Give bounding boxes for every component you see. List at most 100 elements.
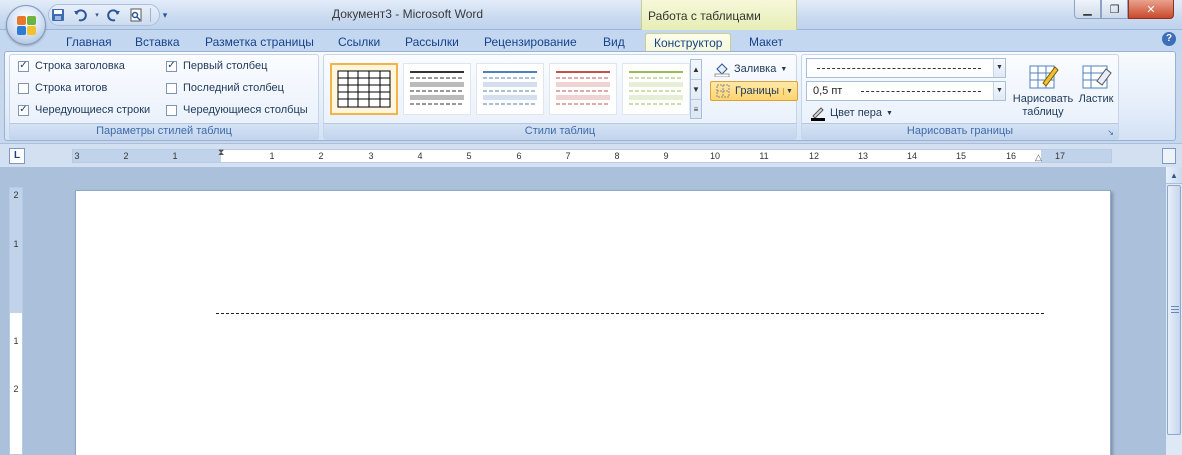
borders-icon bbox=[715, 83, 731, 99]
gallery-up-icon[interactable]: ▲ bbox=[691, 60, 701, 80]
quick-access-items: ▾ ▾ bbox=[50, 5, 173, 25]
table-style-options-group-label: Параметры стилей таблиц bbox=[10, 123, 318, 139]
first-column-label: Первый столбец bbox=[183, 60, 268, 72]
customize-qat-icon[interactable]: ▾ bbox=[157, 7, 173, 23]
last-column-checkbox[interactable]: Последний столбец bbox=[166, 82, 284, 94]
title-bar: ▾ ▾ Документ3 - Microsoft Word Работа с … bbox=[0, 0, 1182, 30]
vertical-scrollbar[interactable]: ▲ bbox=[1165, 167, 1182, 455]
dropdown-arrow-icon: ▼ bbox=[780, 65, 788, 73]
vertical-ruler[interactable]: 2 1 1 2 bbox=[9, 187, 23, 455]
draw-table-button[interactable]: Нарисовать таблицу bbox=[1010, 59, 1076, 119]
qat-separator bbox=[150, 8, 151, 22]
table-green-style-icon bbox=[629, 71, 683, 105]
checkbox-unchecked-icon bbox=[18, 82, 29, 94]
ruler-label: 10 bbox=[709, 151, 720, 161]
horizontal-ruler[interactable]: 3 2 1 1 2 3 4 5 6 7 8 9 10 11 12 13 14 1… bbox=[72, 147, 1112, 163]
tab-selector[interactable]: L bbox=[9, 148, 25, 164]
tab-review[interactable]: Рецензирование bbox=[484, 33, 577, 52]
borders-label: Границы bbox=[735, 85, 779, 97]
ruler-label: 2 bbox=[123, 151, 129, 161]
pen-color-label: Цвет пера bbox=[830, 107, 883, 119]
pen-weight-value: 0,5 пт bbox=[813, 85, 843, 97]
tab-view[interactable]: Вид bbox=[603, 33, 625, 52]
checkbox-unchecked-icon bbox=[166, 104, 177, 116]
restore-button[interactable]: ❐ bbox=[1101, 0, 1128, 19]
close-button[interactable]: ✕ bbox=[1128, 0, 1174, 19]
undo-icon[interactable] bbox=[72, 7, 88, 23]
scroll-up-icon[interactable]: ▲ bbox=[1166, 167, 1182, 184]
total-row-checkbox[interactable]: Строка итогов bbox=[18, 82, 107, 94]
document-page[interactable] bbox=[75, 190, 1111, 455]
dropdown-arrow-icon: ▼ bbox=[993, 82, 1005, 100]
table-style-grid[interactable] bbox=[330, 63, 398, 115]
vruler-label: 1 bbox=[13, 239, 19, 249]
table-styles-group: ▲ ▼ ≡ Заливка ▼ Границы ▼ Стили таблиц bbox=[323, 54, 798, 140]
minimize-button[interactable]: ▁ bbox=[1074, 0, 1101, 19]
ruler-label: 14 bbox=[906, 151, 917, 161]
indent-marker-icon[interactable]: ⧗ bbox=[218, 147, 224, 158]
table-style-plain-dark[interactable] bbox=[403, 63, 471, 115]
scroll-thumb[interactable] bbox=[1167, 185, 1181, 435]
eraser-label: Ластик bbox=[1078, 93, 1114, 105]
first-column-checkbox[interactable]: ✓ Первый столбец bbox=[166, 60, 267, 72]
grip-line bbox=[1171, 309, 1179, 310]
table-style-plain-green[interactable] bbox=[622, 63, 690, 115]
tab-page-layout[interactable]: Разметка страницы bbox=[205, 33, 314, 52]
undo-dropdown-icon[interactable]: ▾ bbox=[94, 7, 100, 23]
header-row-checkbox[interactable]: ✓ Строка заголовка bbox=[18, 60, 125, 72]
pen-color-button[interactable]: Цвет пера ▼ bbox=[806, 103, 897, 123]
borders-button[interactable]: Границы ▼ bbox=[710, 81, 798, 101]
tab-references[interactable]: Ссылки bbox=[338, 33, 380, 52]
view-ruler-icon[interactable] bbox=[1162, 148, 1176, 164]
vruler-label: 1 bbox=[13, 336, 19, 346]
ruler-label: 1 bbox=[269, 151, 275, 161]
dialog-launcher-icon[interactable]: ↘ bbox=[1107, 128, 1114, 137]
paint-bucket-icon bbox=[714, 61, 730, 78]
table-styles-gallery bbox=[328, 59, 698, 119]
tab-design[interactable]: Конструктор bbox=[645, 33, 732, 52]
help-icon[interactable]: ? bbox=[1162, 32, 1176, 46]
checkbox-checked-icon: ✓ bbox=[18, 104, 29, 116]
table-style-plain-blue[interactable] bbox=[476, 63, 544, 115]
table-style-plain-red[interactable] bbox=[549, 63, 617, 115]
pen-style-dropdown[interactable]: ▼ bbox=[806, 58, 1006, 78]
banded-columns-label: Чередующиеся столбцы bbox=[183, 104, 308, 116]
shading-button[interactable]: Заливка ▼ bbox=[710, 59, 791, 79]
ribbon: ✓ Строка заголовка Строка итогов ✓ Черед… bbox=[4, 51, 1176, 141]
ruler-label: 4 bbox=[417, 151, 423, 161]
header-row-label: Строка заголовка bbox=[35, 60, 125, 72]
table-border-dashed[interactable] bbox=[216, 313, 1044, 314]
ruler-label: 17 bbox=[1054, 151, 1065, 161]
ruler-label: 7 bbox=[565, 151, 571, 161]
table-style-options-group: ✓ Строка заголовка Строка итогов ✓ Черед… bbox=[9, 54, 319, 140]
print-preview-icon[interactable] bbox=[128, 7, 144, 23]
ruler-label: 15 bbox=[955, 151, 966, 161]
banded-columns-checkbox[interactable]: Чередующиеся столбцы bbox=[166, 104, 308, 116]
draw-table-label-2: таблицу bbox=[1022, 106, 1064, 118]
eraser-button[interactable]: Ластик bbox=[1076, 59, 1116, 106]
banded-rows-checkbox[interactable]: ✓ Чередующиеся строки bbox=[18, 104, 150, 116]
right-indent-icon[interactable]: △ bbox=[1035, 152, 1042, 163]
office-button[interactable] bbox=[6, 5, 46, 45]
tab-insert[interactable]: Вставка bbox=[135, 33, 180, 52]
window-controls: ▁ ❐ ✕ bbox=[1074, 0, 1174, 19]
draw-table-label-1: Нарисовать bbox=[1012, 93, 1074, 105]
table-red-style-icon bbox=[556, 71, 610, 105]
tab-mailings[interactable]: Рассылки bbox=[405, 33, 459, 52]
tab-home[interactable]: Главная bbox=[66, 33, 112, 52]
ruler-label: 6 bbox=[516, 151, 522, 161]
office-logo-icon bbox=[17, 16, 37, 36]
pen-weight-dropdown[interactable]: 0,5 пт ▼ bbox=[806, 81, 1006, 101]
gallery-down-icon[interactable]: ▼ bbox=[691, 80, 701, 100]
tab-layout[interactable]: Макет bbox=[749, 33, 783, 52]
ruler-label: 8 bbox=[614, 151, 620, 161]
table-styles-group-label: Стили таблиц bbox=[324, 123, 796, 139]
draw-borders-group-label: Нарисовать границы bbox=[802, 123, 1118, 139]
gallery-more-icon[interactable]: ≡ bbox=[691, 100, 701, 120]
save-icon[interactable] bbox=[50, 7, 66, 23]
gallery-scrollbar: ▲ ▼ ≡ bbox=[690, 59, 702, 119]
horizontal-ruler-row: L 3 2 1 1 2 3 4 5 6 7 8 9 10 11 12 13 14… bbox=[0, 143, 1182, 167]
window-title: Документ3 - Microsoft Word bbox=[332, 7, 484, 21]
redo-icon[interactable] bbox=[106, 7, 122, 23]
banded-rows-label: Чередующиеся строки bbox=[35, 104, 151, 116]
